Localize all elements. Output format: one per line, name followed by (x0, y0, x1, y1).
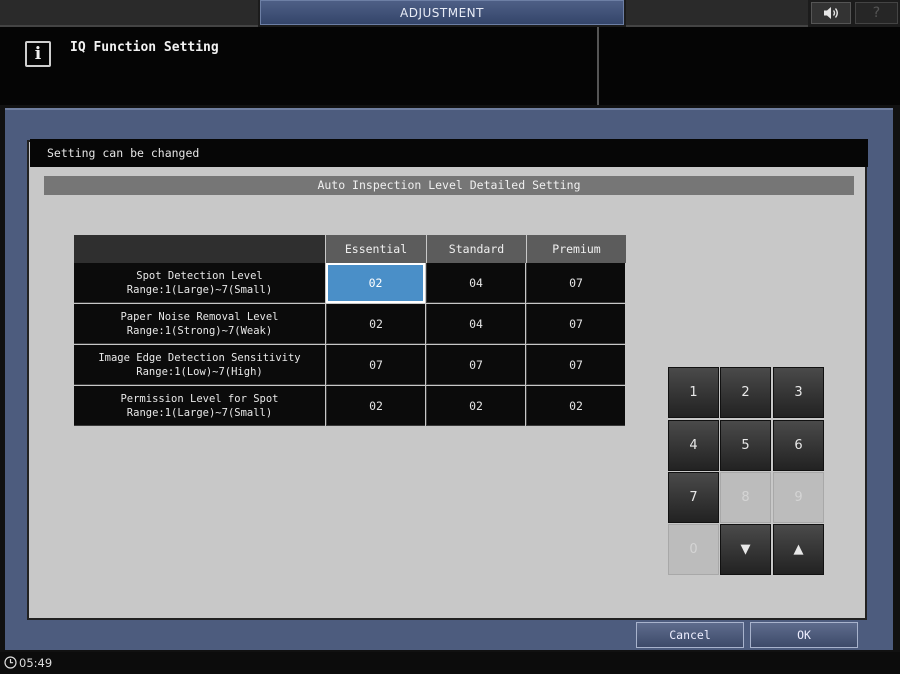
cell-spot-premium[interactable]: 07 (526, 263, 625, 303)
section-title: Auto Inspection Level Detailed Setting (44, 176, 854, 195)
row-name: Paper Noise Removal Level (120, 310, 279, 323)
cell-noise-essential[interactable]: 02 (326, 304, 425, 344)
screen-header: i IQ Function Setting (0, 27, 900, 105)
cell-edge-standard[interactable]: 07 (426, 345, 525, 385)
row-range: Range:1(Strong)~7(Weak) (126, 324, 273, 337)
row-name: Image Edge Detection Sensitivity (98, 351, 301, 364)
page-title: IQ Function Setting (70, 40, 219, 55)
row-label-edge-detection: Image Edge Detection Sensitivity Range:1… (74, 345, 325, 385)
cancel-button[interactable]: Cancel (636, 622, 744, 648)
column-header-standard: Standard (427, 235, 526, 263)
row-range: Range:1(Low)~7(High) (136, 365, 263, 378)
row-name: Permission Level for Spot (120, 392, 279, 405)
row-label-paper-noise: Paper Noise Removal Level Range:1(Strong… (74, 304, 325, 344)
speaker-icon (824, 7, 838, 19)
header-divider (597, 27, 599, 105)
sound-button[interactable] (811, 2, 851, 24)
status-message: Setting can be changed (30, 139, 868, 167)
key-2[interactable]: 2 (720, 367, 771, 418)
key-0[interactable]: 0 (668, 524, 719, 575)
cell-permission-standard[interactable]: 02 (426, 386, 525, 426)
clock-icon (4, 656, 17, 669)
column-header-premium: Premium (527, 235, 626, 263)
cell-edge-essential[interactable]: 07 (326, 345, 425, 385)
help-button[interactable]: ? (855, 2, 898, 24)
ok-button[interactable]: OK (750, 622, 858, 648)
row-range: Range:1(Large)~7(Small) (126, 406, 273, 419)
cell-edge-premium[interactable]: 07 (526, 345, 625, 385)
top-bar: ADJUSTMENT ? (0, 0, 900, 27)
key-7[interactable]: 7 (668, 472, 719, 523)
cell-noise-standard[interactable]: 04 (426, 304, 525, 344)
row-label-permission-spot: Permission Level for Spot Range:1(Large)… (74, 386, 325, 426)
key-9[interactable]: 9 (773, 472, 824, 523)
key-4[interactable]: 4 (668, 420, 719, 471)
key-6[interactable]: 6 (773, 420, 824, 471)
column-header-essential: Essential (326, 235, 426, 263)
status-bar: 05:49 (0, 652, 900, 674)
key-8[interactable]: 8 (720, 472, 771, 523)
key-3[interactable]: 3 (773, 367, 824, 418)
row-name: Spot Detection Level (136, 269, 263, 282)
row-label-spot-detection: Spot Detection Level Range:1(Large)~7(Sm… (74, 263, 325, 303)
top-bar-right-segment (626, 0, 808, 27)
key-5[interactable]: 5 (720, 420, 771, 471)
cell-spot-standard[interactable]: 04 (426, 263, 525, 303)
table-header-blank (74, 235, 325, 263)
cell-permission-premium[interactable]: 02 (526, 386, 625, 426)
decrement-down-button[interactable]: ▼ (720, 524, 771, 575)
clock-time: 05:49 (19, 656, 53, 670)
cell-spot-essential[interactable]: 02 (326, 263, 425, 303)
top-bar-left-segment (0, 0, 258, 27)
key-1[interactable]: 1 (668, 367, 719, 418)
cell-noise-premium[interactable]: 07 (526, 304, 625, 344)
row-range: Range:1(Large)~7(Small) (126, 283, 273, 296)
cell-permission-essential[interactable]: 02 (326, 386, 425, 426)
increment-up-button[interactable]: ▲ (773, 524, 824, 575)
mode-title: ADJUSTMENT (260, 0, 624, 25)
info-icon: i (25, 41, 51, 67)
